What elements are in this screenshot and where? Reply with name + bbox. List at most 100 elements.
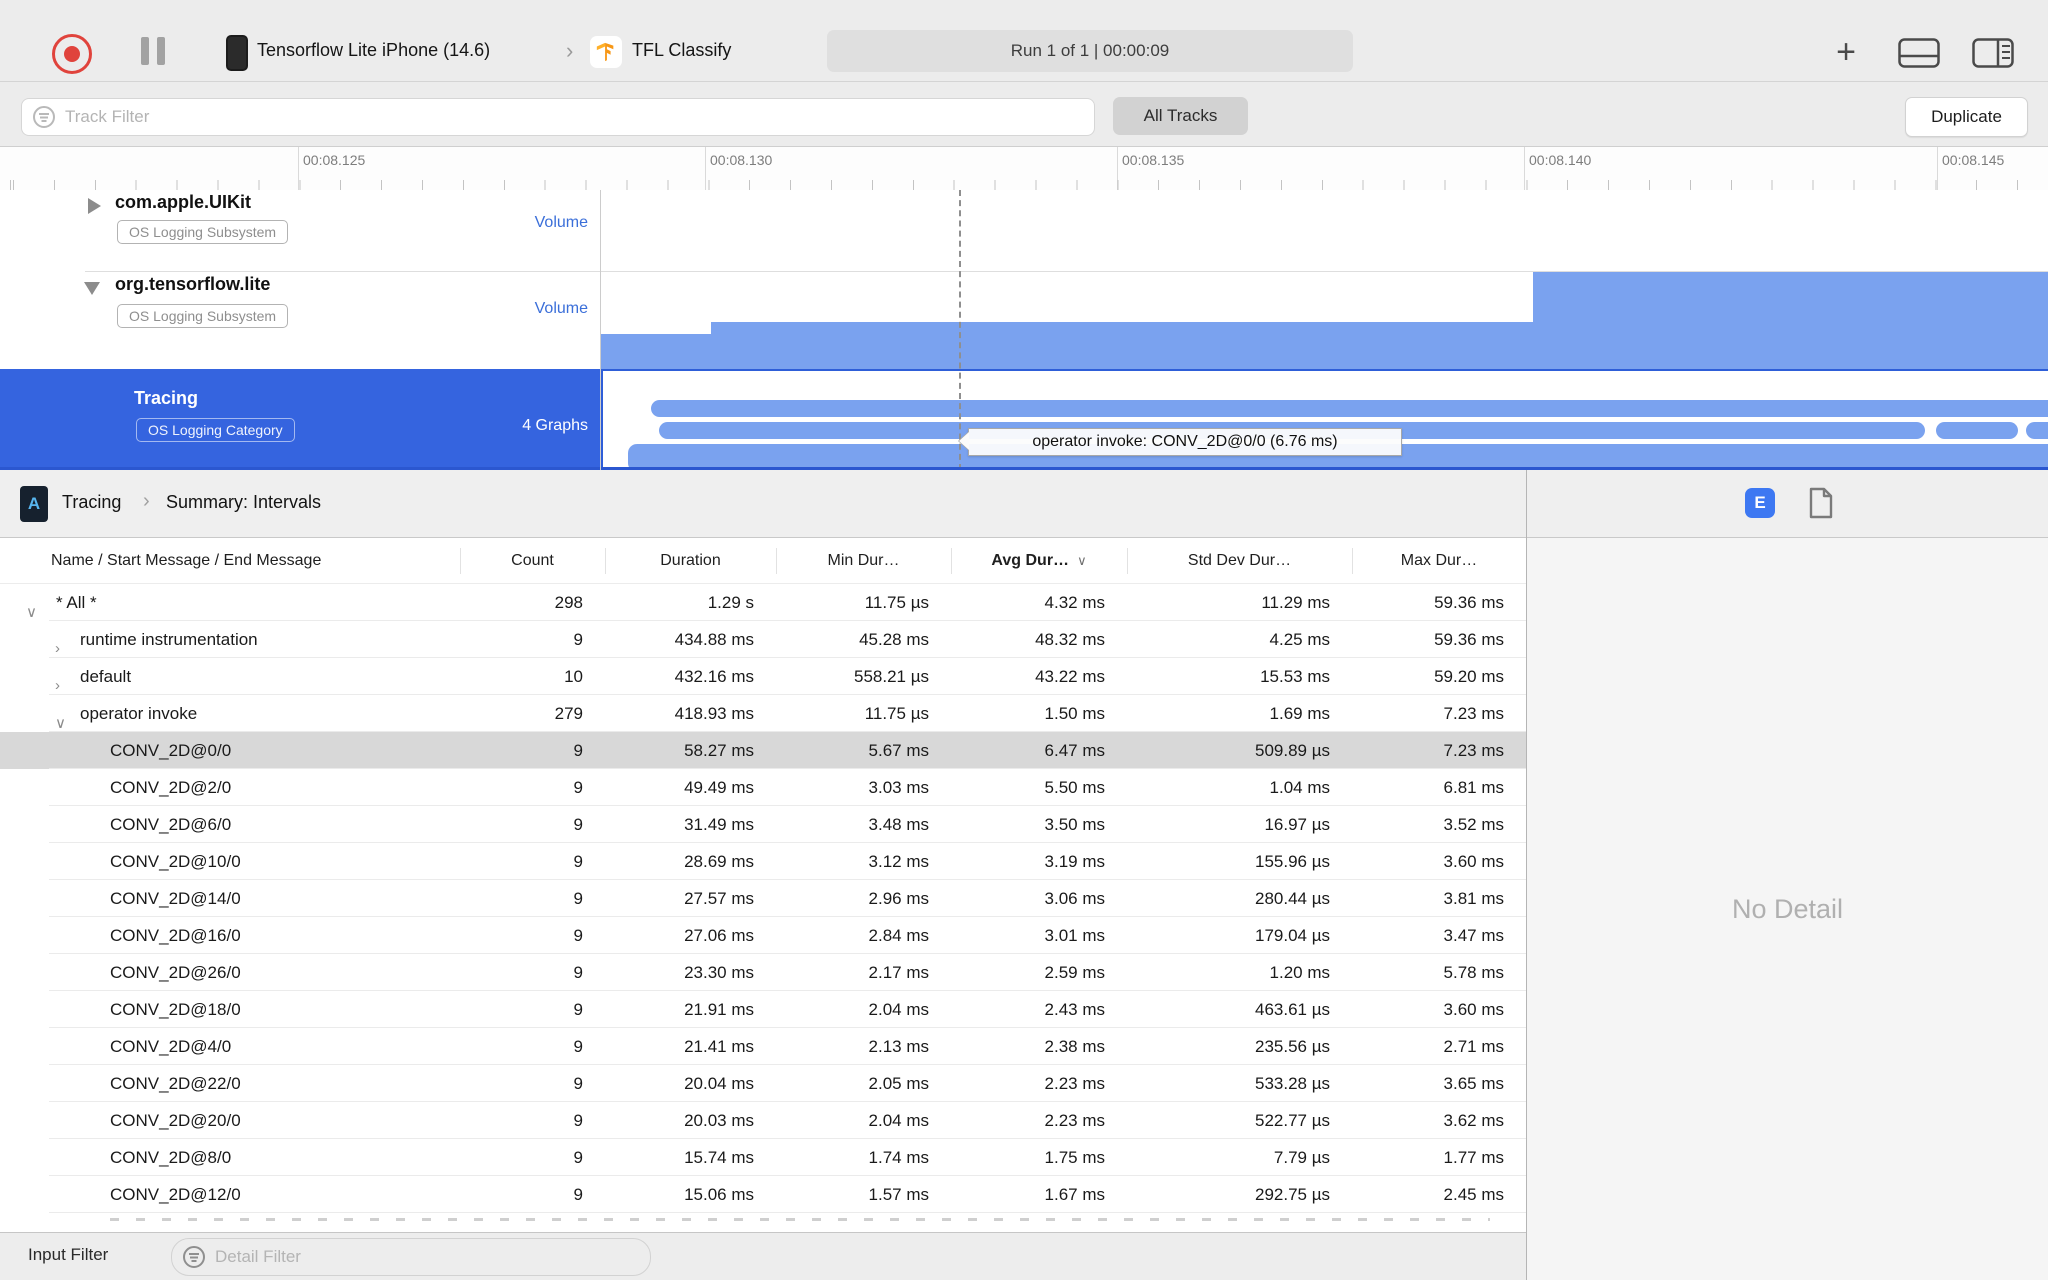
table-row[interactable]: CONV_2D@20/0 9 20.03 ms 2.04 ms 2.23 ms 522.7… — [0, 1102, 1526, 1139]
ruler-label: 00:08.140 — [1529, 152, 1592, 168]
row-name: CONV_2D@0/0 — [110, 740, 232, 760]
row-count: 9 — [573, 888, 583, 908]
row-max-duration: 7.23 ms — [1443, 703, 1504, 723]
interval-tooltip: operator invoke: CONV_2D@0/0 (6.76 ms) — [959, 428, 1402, 456]
disclosure-triangle-icon[interactable] — [88, 198, 101, 214]
row-stddev-duration: 7.79 µs — [1273, 1147, 1330, 1167]
table-row[interactable]: CONV_2D@22/0 9 20.04 ms 2.05 ms 2.23 ms 533.2… — [0, 1065, 1526, 1102]
device-selector[interactable]: Tensorflow Lite iPhone (14.6) — [257, 40, 490, 61]
all-tracks-button[interactable]: All Tracks — [1113, 97, 1248, 135]
row-avg-duration: 6.47 ms — [1044, 740, 1105, 760]
row-count: 9 — [573, 851, 583, 871]
column-header-stddev[interactable]: Std Dev Dur… — [1127, 552, 1352, 570]
row-count: 10 — [564, 666, 583, 686]
chevron-right-icon[interactable]: › — [55, 677, 60, 694]
extended-detail-button[interactable]: E — [1745, 488, 1775, 518]
document-icon[interactable] — [1808, 487, 1834, 519]
target-app-selector[interactable]: TFL Classify — [632, 40, 731, 61]
table-row[interactable]: ∨ * All * 298 1.29 s 11.75 µs 4.32 ms 11.29 ms… — [0, 584, 1526, 621]
table-row[interactable]: CONV_2D@12/0 9 15.06 ms 1.57 ms 1.67 ms 292.7… — [0, 1176, 1526, 1213]
table-row[interactable]: CONV_2D@6/0 9 31.49 ms 3.48 ms 3.50 ms 16.97 … — [0, 806, 1526, 843]
table-row[interactable]: CONV_2D@0/0 9 58.27 ms 5.67 ms 6.47 ms 509.89… — [0, 732, 1526, 769]
interval-bar[interactable] — [1936, 422, 2018, 439]
row-duration: 432.16 ms — [674, 666, 754, 686]
table-row[interactable]: CONV_2D@16/0 9 27.06 ms 2.84 ms 3.01 ms 179.0… — [0, 917, 1526, 954]
row-duration: 27.06 ms — [684, 925, 754, 945]
table-row[interactable]: CONV_2D@2/0 9 49.49 ms 3.03 ms 5.50 ms 1.04 m… — [0, 769, 1526, 806]
tooltip-arrow — [959, 432, 969, 450]
row-min-duration: 558.21 µs — [853, 666, 929, 686]
row-count: 9 — [573, 1073, 583, 1093]
toggle-bottom-pane-button[interactable] — [1898, 38, 1940, 68]
row-avg-duration: 1.67 ms — [1044, 1184, 1105, 1204]
timeline-ruler[interactable]: 00:08.125 00:08.130 00:08.135 00:08.140 … — [0, 147, 2048, 191]
table-row[interactable]: CONV_2D@4/0 9 21.41 ms 2.13 ms 2.38 ms 235.56… — [0, 1028, 1526, 1065]
row-avg-duration: 4.32 ms — [1044, 592, 1105, 612]
no-detail-text: No Detail — [1731, 893, 1844, 924]
row-name: ∨ * All * — [26, 592, 97, 621]
row-stddev-duration: 179.04 µs — [1254, 925, 1330, 945]
add-instrument-button[interactable]: + — [1830, 33, 1862, 71]
row-min-duration: 2.13 ms — [868, 1036, 929, 1056]
column-header-duration[interactable]: Duration — [605, 552, 776, 570]
track-filter-input[interactable]: Track Filter — [21, 98, 1095, 136]
inspector-panel: No Detail — [1527, 538, 2048, 1280]
row-min-duration: 2.96 ms — [868, 888, 929, 908]
track-badge: OS Logging Category — [136, 418, 295, 442]
column-header-avg[interactable]: Avg Dur… ∨ — [951, 552, 1127, 570]
detail-pane-header: A Tracing › Summary: Intervals E — [0, 470, 2048, 538]
row-avg-duration: 2.23 ms — [1044, 1073, 1105, 1093]
chevron-right-icon: › — [566, 38, 574, 63]
chevron-down-icon[interactable]: ∨ — [26, 603, 37, 621]
breadcrumb-tracing[interactable]: Tracing — [62, 492, 121, 513]
breadcrumb-summary-intervals[interactable]: Summary: Intervals — [166, 492, 321, 513]
track-filter-bar: Track Filter All Tracks Duplicate — [0, 82, 2048, 147]
row-name: CONV_2D@26/0 — [110, 962, 241, 982]
pane-divider[interactable] — [1526, 470, 1527, 1280]
table-row[interactable]: CONV_2D@18/0 9 21.91 ms 2.04 ms 2.43 ms 463.6… — [0, 991, 1526, 1028]
table-row[interactable]: CONV_2D@10/0 9 28.69 ms 3.12 ms 3.19 ms 155.9… — [0, 843, 1526, 880]
row-avg-duration: 2.59 ms — [1044, 962, 1105, 982]
table-row[interactable]: › runtime instrumentation 9 434.88 ms 45.28 … — [0, 621, 1526, 658]
row-name: CONV_2D@20/0 — [110, 1110, 241, 1130]
row-stddev-duration: 280.44 µs — [1254, 888, 1330, 908]
column-header-count[interactable]: Count — [460, 552, 605, 570]
row-min-duration: 3.03 ms — [868, 777, 929, 797]
track-name: com.apple.UIKit — [115, 192, 252, 212]
toggle-right-pane-button[interactable] — [1972, 38, 2014, 68]
disclosure-triangle-icon[interactable] — [84, 282, 100, 295]
row-count: 9 — [573, 1184, 583, 1204]
interval-bar[interactable] — [651, 400, 2048, 417]
duplicate-button[interactable]: Duplicate — [1905, 97, 2028, 137]
input-filter-label: Input Filter — [28, 1245, 109, 1264]
table-row[interactable]: › default 10 432.16 ms 558.21 µs 43.22 ms 15.5… — [0, 658, 1526, 695]
row-duration: 418.93 ms — [674, 703, 754, 723]
row-min-duration: 5.67 ms — [868, 740, 929, 760]
track-type-label: 4 Graphs — [522, 417, 588, 434]
table-row[interactable]: CONV_2D@14/0 9 27.57 ms 2.96 ms 3.06 ms 280.4… — [0, 880, 1526, 917]
row-max-duration: 3.62 ms — [1443, 1110, 1504, 1130]
chevron-down-icon[interactable]: ∨ — [55, 714, 66, 732]
ruler-label: 00:08.125 — [303, 152, 366, 168]
ruler-ticks — [0, 180, 2048, 190]
row-duration: 15.74 ms — [684, 1147, 754, 1167]
table-row[interactable]: CONV_2D@26/0 9 23.30 ms 2.17 ms 2.59 ms 1.20 … — [0, 954, 1526, 991]
interval-bar[interactable] — [2026, 422, 2048, 439]
row-name: CONV_2D@16/0 — [110, 925, 241, 945]
table-row[interactable]: CONV_2D@8/0 9 15.74 ms 1.74 ms 1.75 ms 7.79 µ… — [0, 1139, 1526, 1176]
column-header-max[interactable]: Max Dur… — [1352, 552, 1526, 570]
row-max-duration: 3.60 ms — [1443, 999, 1504, 1019]
record-button[interactable] — [52, 34, 92, 74]
detail-filter-input[interactable]: Detail Filter — [171, 1238, 651, 1276]
row-avg-duration: 3.50 ms — [1044, 814, 1105, 834]
table-row[interactable]: ∨ operator invoke 279 418.93 ms 11.75 µs 1.50… — [0, 695, 1526, 732]
track-row-tracing[interactable]: Tracing OS Logging Category 4 Graphs — [0, 369, 600, 470]
row-stddev-duration: 1.20 ms — [1269, 962, 1330, 982]
row-duration: 31.49 ms — [684, 814, 754, 834]
chevron-right-icon[interactable]: › — [55, 640, 60, 657]
column-header-min[interactable]: Min Dur… — [776, 552, 951, 570]
row-count: 9 — [573, 925, 583, 945]
pause-button[interactable] — [141, 37, 165, 65]
column-header-name[interactable]: Name / Start Message / End Message — [0, 552, 460, 570]
tracing-thumbnail-icon: A — [20, 486, 48, 522]
